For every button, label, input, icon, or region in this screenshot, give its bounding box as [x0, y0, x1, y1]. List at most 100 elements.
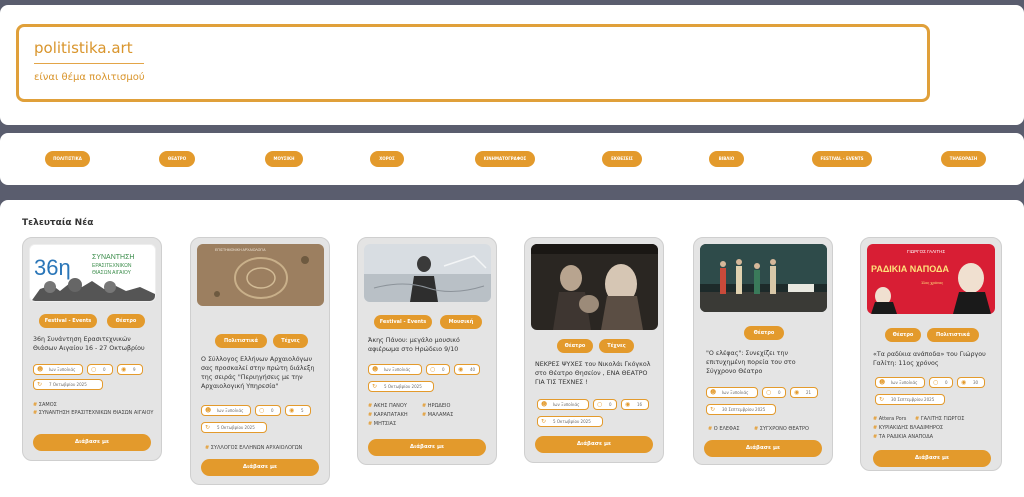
image-big-text: ΡΑΔΙΚΙΑ ΝΑΠΟΔΑ: [871, 264, 950, 274]
author-box[interactable]: ☻ Ιων Ξυπολιάς: [875, 377, 925, 388]
keyword-link[interactable]: # ΜΑΛΑΜΑΣ: [422, 411, 453, 419]
keyword-link[interactable]: # Ο ΕΛΕΦΑΣ: [708, 425, 740, 433]
tag-mousiki[interactable]: Μουσική: [440, 315, 482, 329]
news-card: ΕΠΙΣΤΗΜΟΝΙΚΗ ΑΡΧΑΙΟΛΟΓΙΑ Πολιτιστικά Τέχ…: [190, 237, 330, 485]
tag-technes[interactable]: Τέχνες: [273, 334, 308, 348]
card-image[interactable]: [700, 244, 827, 312]
nav-item-kinimatografos[interactable]: ΚΙΝΗΜΑΤΟΓΡΑΦΟΣ: [475, 151, 535, 167]
tag-theatro[interactable]: Θέατρο: [744, 326, 784, 340]
comment-icon: ○: [91, 366, 97, 373]
image-small-text: 11ος χρόνος: [921, 280, 943, 285]
nav-item-vivlio[interactable]: ΒΙΒΛΙΟ: [709, 151, 744, 167]
comment-icon: ○: [933, 379, 939, 386]
nav-item-mousiki[interactable]: ΜΟΥΣΙΚΗ: [265, 151, 303, 167]
read-more-button[interactable]: Διάβασε με: [201, 459, 319, 476]
tag-theatro[interactable]: Θέατρο: [557, 339, 593, 353]
keyword-link[interactable]: # ΚΥΡΙΑΚΙΔΗΣ ΒΛΑΔΙΜΗΡΟΣ: [873, 424, 943, 432]
clock-icon: ↻: [372, 383, 378, 390]
tag-politistika[interactable]: Πολιτιστικά: [215, 334, 267, 348]
clock-icon: ↻: [205, 424, 211, 431]
keyword-link[interactable]: # ΣΑΜΟΣ: [33, 401, 57, 409]
views-count: 30: [973, 380, 979, 385]
author-box[interactable]: ☻ Ιων Ξυπολιάς: [201, 405, 251, 416]
image-top-text: ΓΙΩΡΓΟΣ ΓΑΛΙΤΗΣ: [907, 249, 945, 254]
read-more-button[interactable]: Διάβασε με: [535, 436, 653, 453]
author-box[interactable]: ☻ Ιων Ξυπολιάς: [537, 399, 589, 410]
nav-item-tileorasi[interactable]: ΤΗΛΕΟΡΑΣΗ: [941, 151, 986, 167]
card-image[interactable]: [364, 244, 491, 302]
news-card: Θέατρο Τέχνες ΝΕΚΡΕΣ ΨΥΧΕΣ του Νικολάι Γ…: [524, 237, 664, 463]
views-box: ◉ 21: [790, 387, 818, 398]
card-title[interactable]: ΝΕΚΡΕΣ ΨΥΧΕΣ του Νικολάι Γκόγκολ στο Θέα…: [535, 360, 659, 387]
site-title[interactable]: politistika.art: [34, 39, 133, 57]
comments-box[interactable]: ○ 0: [929, 377, 953, 388]
nav-item-ektheseis[interactable]: ΕΚΘΕΣΕΙΣ: [602, 151, 642, 167]
views-count: 21: [806, 390, 812, 395]
news-card: ΓΙΩΡΓΟΣ ΓΑΛΙΤΗΣ ΡΑΔΙΚΙΑ ΝΑΠΟΔΑ 11ος χρόν…: [860, 237, 1002, 471]
keyword-link[interactable]: # ΜΗΤΣΙΑΣ: [368, 420, 396, 428]
comments-box[interactable]: ○ 0: [255, 405, 281, 416]
news-card: 36η ΣΥΝΑΝΤΗΣΗ ΕΡΑΣΙΤΕΧΝΙΚΩΝ ΘΙΑΣΩΝ ΑΙΓΑΙ…: [22, 237, 162, 461]
card-title[interactable]: «Τα ραδίκια ανάποδα» του Γιώργου Γαλίτη:…: [873, 350, 997, 368]
keyword-link[interactable]: # ΣΥΓΧΡΟΝΟ ΘΕΑΤΡΟ: [754, 425, 809, 433]
keyword-link[interactable]: # ΣΥΛΛΟΓΟΣ ΕΛΛΗΝΩΝ ΑΡΧΑΙΟΛΟΓΩΝ: [205, 444, 302, 452]
read-more-button[interactable]: Διάβασε με: [368, 439, 486, 456]
author-name: Ιων Ξυπολιάς: [722, 390, 749, 395]
comments-box[interactable]: ○ 0: [87, 364, 113, 375]
nav-item-theatro[interactable]: ΘΕΑΤΡΟ: [159, 151, 195, 167]
comment-icon: ○: [597, 401, 603, 408]
header-bar: politistika.art είναι θέμα πολιτισμού: [0, 5, 1024, 125]
keyword-link[interactable]: # ΗΡΩΔΕΙΟ: [422, 402, 450, 410]
author-name: Ιων Ξυπολιάς: [553, 402, 580, 407]
user-icon: ☻: [541, 401, 548, 408]
card-title[interactable]: "Ο ελέφας": Συνεχίζει την επιτυχημένη πο…: [706, 349, 826, 376]
nav-item-politistika[interactable]: ΠΟΛΙΤΙΣΤΙΚΑ: [45, 151, 90, 167]
clock-icon: ↻: [879, 396, 885, 403]
card-title[interactable]: Άκης Πάνου: μεγάλο μουσικό αφιέρωμα στο …: [368, 336, 492, 354]
tag-theatro[interactable]: Θέατρο: [107, 314, 145, 328]
comments-box[interactable]: ○ 0: [426, 364, 450, 375]
comments-count: 0: [778, 390, 781, 395]
tag-politistika[interactable]: Πολιτιστικά: [927, 328, 979, 342]
card-title[interactable]: 36η Συνάντηση Ερασιτεχνικών Θιάσων Αιγαί…: [33, 335, 155, 353]
read-more-button[interactable]: Διάβασε με: [704, 440, 822, 457]
comments-box[interactable]: ○ 0: [593, 399, 617, 410]
card-title[interactable]: Ο Σύλλογος Ελλήνων Αρχαιολόγων σας προσκ…: [201, 355, 325, 391]
author-box[interactable]: ☻ Ιων Ξυπολιάς: [368, 364, 422, 375]
keyword-link[interactable]: # ΓΑΛΙΤΗΣ ΓΙΩΡΓΟΣ: [915, 415, 964, 423]
date-box: ↻ 30 Σεπτεμβρίου 2025: [875, 394, 945, 405]
card-image-art: ΕΠΙΣΤΗΜΟΝΙΚΗ ΑΡΧΑΙΟΛΟΓΙΑ: [197, 244, 324, 306]
keyword-link[interactable]: # ΚΑΡΑΠΑΤΑΚΗ: [368, 411, 408, 419]
views-count: 16: [637, 402, 643, 407]
card-image[interactable]: ΕΠΙΣΤΗΜΟΝΙΚΗ ΑΡΧΑΙΟΛΟΓΙΑ: [197, 244, 324, 306]
date-box: ↻ 5 Οκτωβρίου 2025: [368, 381, 434, 392]
keyword-link[interactable]: # ΑΚΗΣ ΠΑΝΟΥ: [368, 402, 407, 410]
card-image-art: [531, 244, 658, 330]
news-card: Festival - Events Μουσική Άκης Πάνου: με…: [357, 237, 497, 465]
views-box: ◉ 30: [957, 377, 985, 388]
read-more-button[interactable]: Διάβασε με: [33, 434, 151, 451]
views-box: ◉ 40: [454, 364, 480, 375]
tag-festival-events[interactable]: Festival - Events: [374, 315, 432, 329]
card-image[interactable]: ΓΙΩΡΓΟΣ ΓΑΛΙΤΗΣ ΡΑΔΙΚΙΑ ΝΑΠΟΔΑ 11ος χρόν…: [867, 244, 995, 314]
tag-technes[interactable]: Τέχνες: [599, 339, 634, 353]
author-box[interactable]: ☻ Ιων Ξυπολιάς: [706, 387, 758, 398]
eye-icon: ◉: [625, 401, 631, 408]
tag-theatro[interactable]: Θέατρο: [885, 328, 921, 342]
keyword-link[interactable]: # ΣΥΝΑΝΤΗΣΗ ΕΡΑΣΙΤΕΧΝΙΚΩΝ ΘΙΑΣΩΝ ΑΙΓΑΙΟΥ: [33, 409, 157, 417]
comments-box[interactable]: ○ 0: [762, 387, 786, 398]
nav-item-festival-events[interactable]: FESTIVAL - EVENTS: [812, 151, 872, 167]
card-image-art: 36η ΣΥΝΑΝΤΗΣΗ ΕΡΑΣΙΤΕΧΝΙΚΩΝ ΘΙΑΣΩΝ ΑΙΓΑΙ…: [30, 245, 155, 301]
keyword-link[interactable]: # Attera Pors: [873, 415, 906, 423]
read-more-button[interactable]: Διάβασε με: [873, 450, 991, 467]
date-box: ↻ 30 Σεπτεμβρίου 2025: [706, 404, 776, 415]
tag-festival-events[interactable]: Festival - Events: [39, 314, 97, 328]
card-image[interactable]: 36η ΣΥΝΑΝΤΗΣΗ ΕΡΑΣΙΤΕΧΝΙΚΩΝ ΘΙΑΣΩΝ ΑΙΓΑΙ…: [29, 244, 156, 302]
comment-icon: ○: [259, 407, 265, 414]
keyword-link[interactable]: # ΤΑ ΡΑΔΙΚΙΑ ΑΝΑΠΟΔΑ: [873, 433, 933, 441]
views-count: 40: [470, 367, 476, 372]
comments-count: 0: [271, 408, 274, 413]
author-box[interactable]: ☻ Ιων Ξυπολιάς: [33, 364, 83, 375]
card-image[interactable]: [531, 244, 658, 330]
nav-item-choros[interactable]: ΧΟΡΟΣ: [370, 151, 404, 167]
